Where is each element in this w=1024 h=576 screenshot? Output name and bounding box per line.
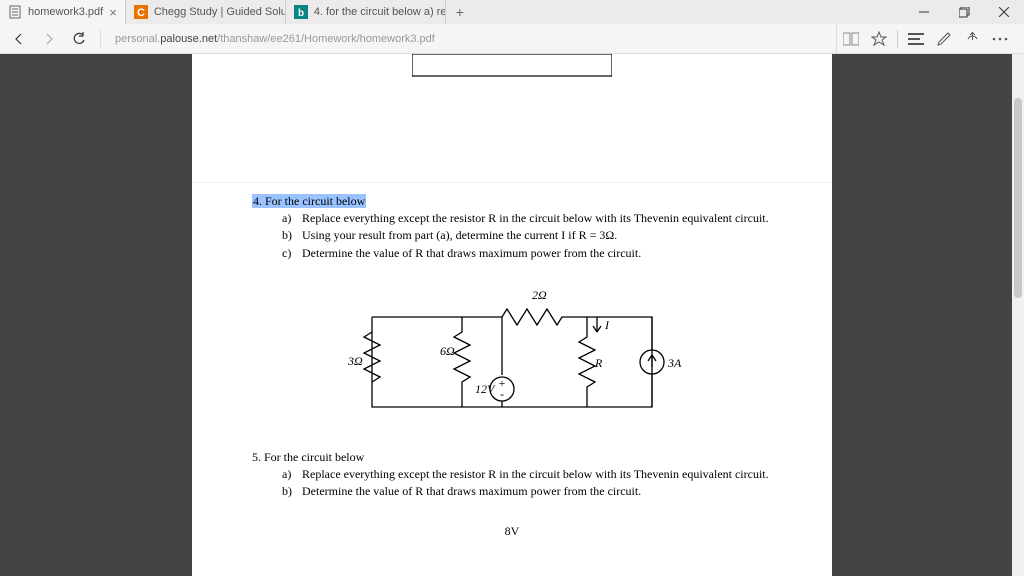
q4-b: Using your result from part (a), determi… [302,227,617,243]
q4-heading: 4. For the circuit below [252,194,366,208]
circuit-diagram: 2Ω 3Ω 6Ω R 12V 3A I + - [252,277,772,427]
svg-text:b: b [298,8,304,19]
reading-view-icon[interactable] [837,24,865,54]
address-bar: personal.palouse.net/thanshaw/ee261/Home… [0,24,1024,54]
url-path: /thanshaw/ee261/Homework/homework3.pdf [217,33,435,45]
svg-text:I: I [604,318,610,332]
svg-text:R: R [594,356,603,370]
question-5: 5. For the circuit below a)Replace every… [252,449,772,500]
url-prefix: personal. [115,33,160,45]
cut-off-fragment: 8V [252,511,772,539]
q5-heading: 5. For the circuit below [252,450,364,464]
window-controls [904,0,1024,24]
webnote-icon[interactable] [930,24,958,54]
back-button[interactable] [4,24,34,54]
q4-a: Replace everything except the resistor R… [302,210,769,226]
minimize-button[interactable] [904,0,944,24]
prev-page-fragment [412,54,612,102]
scrollbar[interactable] [1012,54,1024,576]
question-4: 4. For the circuit below a)Replace every… [252,193,772,261]
tabstrip: homework3.pdf × C Chegg Study | Guided S… [0,0,904,24]
url-host: palouse.net [160,33,217,45]
bing-icon: b [294,5,308,19]
toolbar-right [837,24,1020,54]
tab-label: 4. for the circuit below a) re [314,6,446,18]
label-b: b) [282,227,302,243]
tab-label: Chegg Study | Guided Solut [154,6,286,18]
svg-text:3A: 3A [667,356,682,370]
tab-homework[interactable]: homework3.pdf × [0,0,126,24]
share-icon[interactable] [958,24,986,54]
doc-icon [8,5,22,19]
close-icon[interactable]: × [109,5,117,20]
q5-a: Replace everything except the resistor R… [302,466,769,482]
svg-text:12V: 12V [475,382,496,396]
pdf-page[interactable]: 4. For the circuit below a)Replace every… [192,54,832,576]
tab-chegg[interactable]: C Chegg Study | Guided Solut [126,0,286,24]
q4-c: Determine the value of R that draws maxi… [302,245,641,261]
page-content: 4. For the circuit below a)Replace every… [192,182,832,540]
new-tab-button[interactable]: + [446,0,474,24]
scroll-thumb[interactable] [1014,98,1022,298]
label-b: b) [282,483,302,499]
pdf-viewport: 4. For the circuit below a)Replace every… [0,54,1024,576]
close-window-button[interactable] [984,0,1024,24]
label-a: a) [282,210,302,226]
refresh-button[interactable] [64,24,94,54]
hub-icon[interactable] [902,24,930,54]
svg-text:6Ω: 6Ω [440,344,455,358]
svg-text:2Ω: 2Ω [532,288,547,302]
svg-text:3Ω: 3Ω [347,354,363,368]
svg-text:-: - [500,387,504,401]
svg-text:C: C [137,7,145,19]
restore-button[interactable] [944,0,984,24]
titlebar: homework3.pdf × C Chegg Study | Guided S… [0,0,1024,24]
label-a: a) [282,466,302,482]
chegg-icon: C [134,5,148,19]
tab-bing[interactable]: b 4. for the circuit below a) re [286,0,446,24]
url-field[interactable]: personal.palouse.net/thanshaw/ee261/Home… [107,24,837,53]
forward-button[interactable] [34,24,64,54]
tab-label: homework3.pdf [28,6,103,18]
more-icon[interactable] [986,24,1014,54]
label-c: c) [282,245,302,261]
q5-b: Determine the value of R that draws maxi… [302,483,641,499]
favorite-icon[interactable] [865,24,893,54]
